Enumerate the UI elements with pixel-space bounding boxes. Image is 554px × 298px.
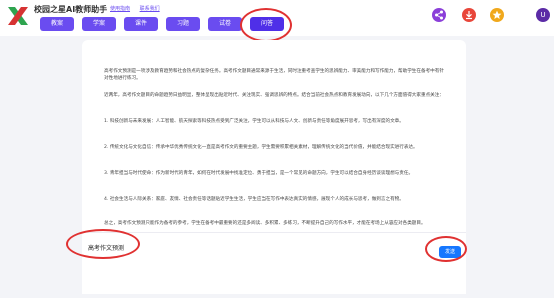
top-bar: 校园之星AI教师助手 使用指南 联系我们 教案 学案 课件 习题 试卷 问答 U [0,0,554,36]
answer-paragraph: 高考作文预测是一项涉及教育趋势和社会热点的复杂任务。高考作文题目通常来源于生活，… [104,69,444,81]
answer-paragraph: 4. 社会生活与人际关系：家庭、友情、社会责任等话题贴近学生生活，学生应当在写作… [104,197,404,202]
answer-paragraph: 近两年，高考作文题目的命题趋势日益明显，整体呈现出贴近时代、关注现实、强调思辨的… [104,93,444,98]
nav-xiti[interactable]: 习题 [166,17,200,31]
nav-shijuan[interactable]: 试卷 [208,17,242,31]
star-icon[interactable] [490,8,504,22]
brand-name: 校园之星AI教师助手 [34,5,108,14]
nav-kejian[interactable]: 课件 [124,17,158,31]
answer-paragraph: 2. 传统文化与文化自信：传承中华优秀传统文化一直是高考作文的重要主题，学生需要… [104,145,418,150]
answer-paragraph: 3. 青年担当与时代使命：作为新时代的青年，如何在时代发展中找准定位、勇于担当，… [104,171,414,176]
composer: 高考作文预测 发送 [82,232,466,294]
logo-x-icon [8,7,28,25]
question-input[interactable]: 高考作文预测 [88,243,124,252]
link-contact[interactable]: 联系我们 [140,6,160,12]
nav-wenda[interactable]: 问答 [250,17,284,31]
send-button[interactable]: 发送 [439,246,461,258]
nav-xuean[interactable]: 学案 [82,17,116,31]
link-guide[interactable]: 使用指南 [110,6,130,12]
answer-paragraph: 1. 科技创新与未来发展：人工智能、航天探索等科技热点受到广泛关注，学生可以从科… [104,119,404,124]
user-avatar[interactable]: U [536,8,550,22]
share-icon[interactable] [432,8,446,22]
nav-jiaoan[interactable]: 教案 [40,17,74,31]
download-icon[interactable] [462,8,476,22]
brand-links: 使用指南 联系我们 [110,5,168,12]
answer-paragraph: 总之，高考作文预测只能作为备考的参考，学生在备考中最重要的还是多阅读、多积累、多… [104,221,426,226]
